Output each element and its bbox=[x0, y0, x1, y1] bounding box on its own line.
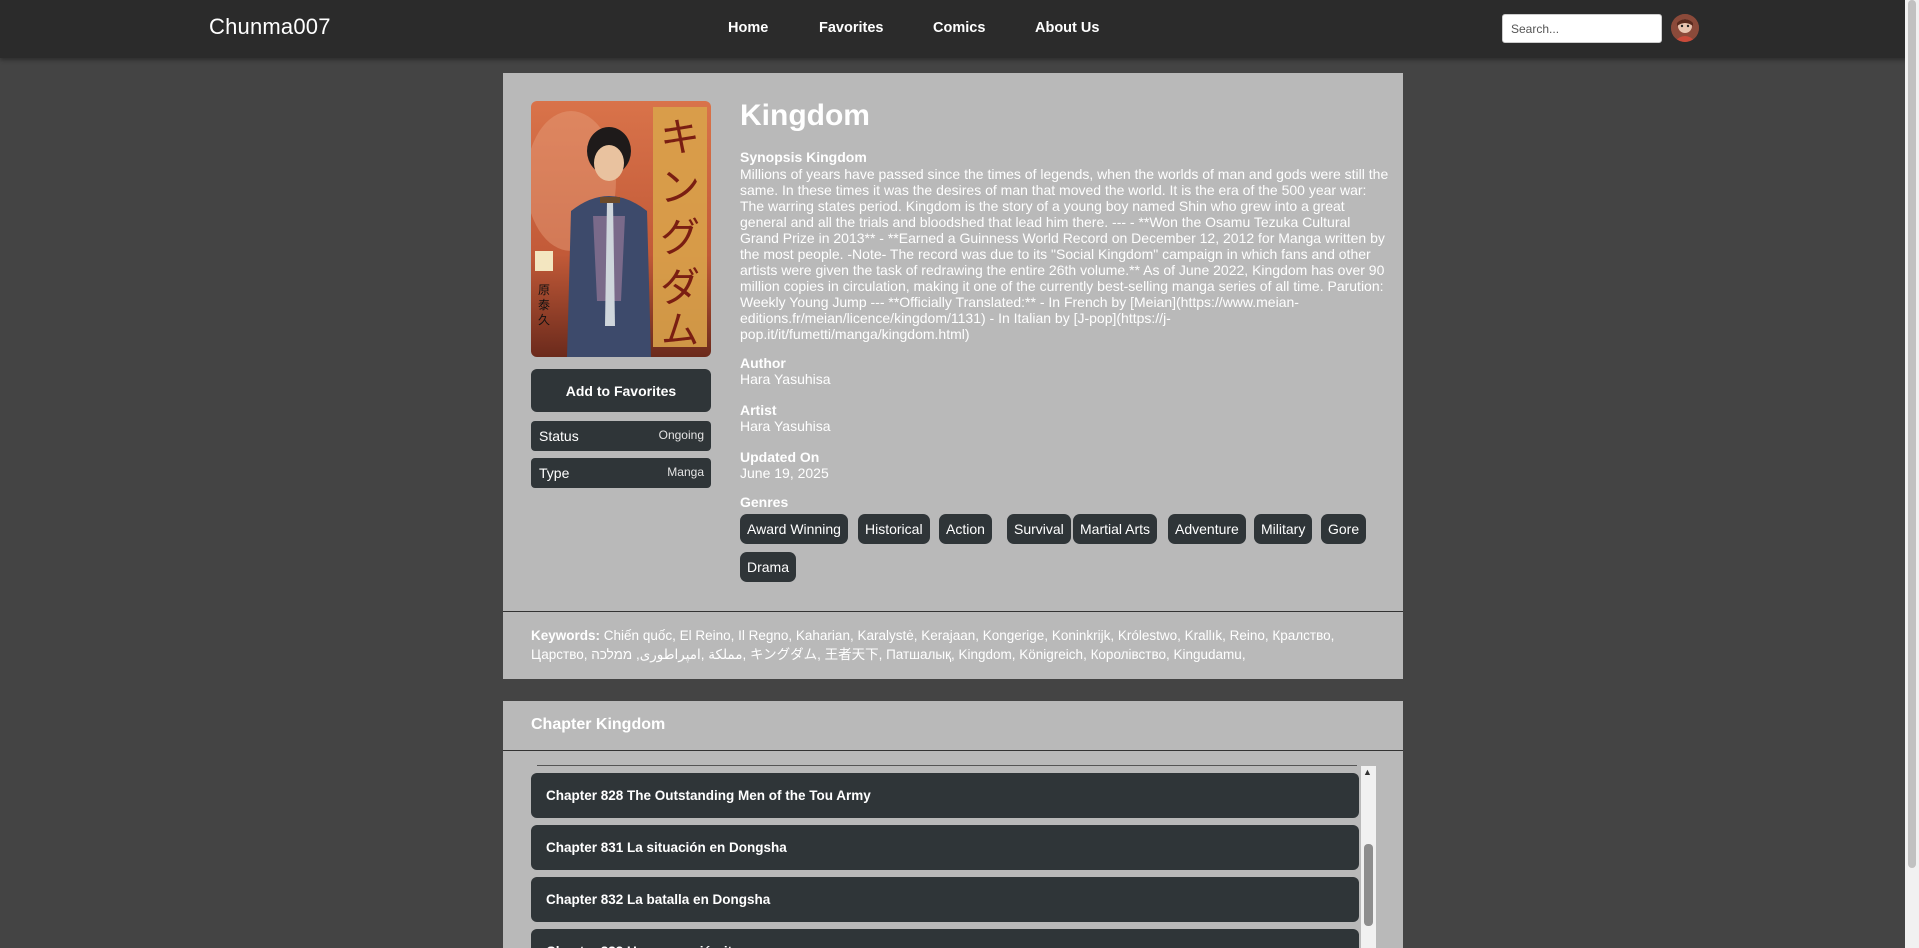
nav-home[interactable]: Home bbox=[728, 20, 768, 36]
keywords-label: Keywords: bbox=[531, 628, 601, 643]
manga-title: Kingdom bbox=[740, 99, 870, 132]
keywords: Keywords: Chiến quốc, El Reino, Il Regno… bbox=[531, 626, 1371, 664]
type-row: Type Manga bbox=[531, 458, 711, 488]
chapter-list-title: Chapter Kingdom bbox=[531, 716, 666, 733]
manga-info-card: キ ン グ ダ ム 原 泰 久 Add to Favorites Status … bbox=[503, 73, 1403, 679]
genre-tag[interactable]: Drama bbox=[740, 552, 797, 582]
cover-image: キ ン グ ダ ム 原 泰 久 bbox=[531, 101, 711, 357]
synopsis-label: Synopsis Kingdom bbox=[740, 149, 867, 165]
genre-tag[interactable]: Martial Arts bbox=[1073, 514, 1158, 544]
genre-tag[interactable]: Military bbox=[1254, 514, 1313, 544]
type-label: Type bbox=[539, 465, 570, 481]
chapter-list-scrollbar-thumb[interactable] bbox=[1364, 844, 1373, 926]
svg-text:原: 原 bbox=[538, 283, 550, 297]
svg-text:泰: 泰 bbox=[538, 298, 550, 312]
scroll-up-arrow-icon[interactable]: ▲ bbox=[1363, 767, 1372, 777]
chapter-item[interactable]: Chapter 831 La situación en Dongsha bbox=[531, 825, 1359, 870]
chapter-item[interactable]: Chapter 833 Un nuevo ejército aparece bbox=[531, 929, 1359, 948]
chapter-list-top-line bbox=[537, 765, 1357, 766]
genre-tag[interactable]: Adventure bbox=[1168, 514, 1246, 544]
svg-text:グ: グ bbox=[660, 215, 700, 261]
chapter-list-divider bbox=[503, 750, 1403, 751]
genre-tag[interactable]: Action bbox=[939, 514, 992, 544]
artist-label: Artist bbox=[740, 402, 777, 418]
navbar: Chunma007 Home Favorites Comics About Us bbox=[0, 0, 1919, 58]
status-value: Ongoing bbox=[658, 428, 704, 442]
svg-text:久: 久 bbox=[538, 313, 550, 327]
card-divider bbox=[503, 611, 1403, 612]
svg-text:キ: キ bbox=[660, 115, 700, 161]
search-input[interactable] bbox=[1502, 14, 1662, 43]
chapter-item[interactable]: Chapter 832 La batalla en Dongsha bbox=[531, 877, 1359, 922]
genre-tag[interactable]: Survival bbox=[1007, 514, 1071, 544]
artist-value[interactable]: Hara Yasuhisa bbox=[740, 418, 831, 434]
genre-tag[interactable]: Award Winning bbox=[740, 514, 848, 544]
type-value: Manga bbox=[667, 465, 704, 479]
author-label: Author bbox=[740, 355, 786, 371]
svg-text:ン: ン bbox=[660, 165, 700, 211]
author-value[interactable]: Hara Yasuhisa bbox=[740, 371, 831, 387]
genre-tag[interactable]: Historical bbox=[858, 514, 930, 544]
nav-comics[interactable]: Comics bbox=[933, 20, 985, 36]
chapter-list-card: Chapter Kingdom Chapter 828 The Outstand… bbox=[503, 701, 1403, 948]
nav-about[interactable]: About Us bbox=[1035, 20, 1099, 36]
status-label: Status bbox=[539, 428, 579, 444]
status-row: Status Ongoing bbox=[531, 421, 711, 451]
synopsis-text: Millions of years have passed since the … bbox=[740, 166, 1389, 342]
svg-text:ダ: ダ bbox=[660, 265, 700, 311]
add-to-favorites-button[interactable]: Add to Favorites bbox=[531, 369, 711, 412]
genre-tag[interactable]: Gore bbox=[1321, 514, 1367, 544]
updated-label: Updated On bbox=[740, 449, 820, 465]
genres-label: Genres bbox=[740, 494, 789, 510]
keywords-text: Chiến quốc, El Reino, Il Regno, Kaharian… bbox=[531, 628, 1335, 662]
page-scrollbar-thumb[interactable] bbox=[1908, 0, 1916, 868]
avatar-icon[interactable] bbox=[1671, 14, 1699, 42]
updated-value: June 19, 2025 bbox=[740, 465, 829, 481]
chapter-item[interactable]: Chapter 828 The Outstanding Men of the T… bbox=[531, 773, 1359, 818]
svg-text:ム: ム bbox=[661, 308, 699, 352]
nav-favorites[interactable]: Favorites bbox=[819, 20, 883, 36]
